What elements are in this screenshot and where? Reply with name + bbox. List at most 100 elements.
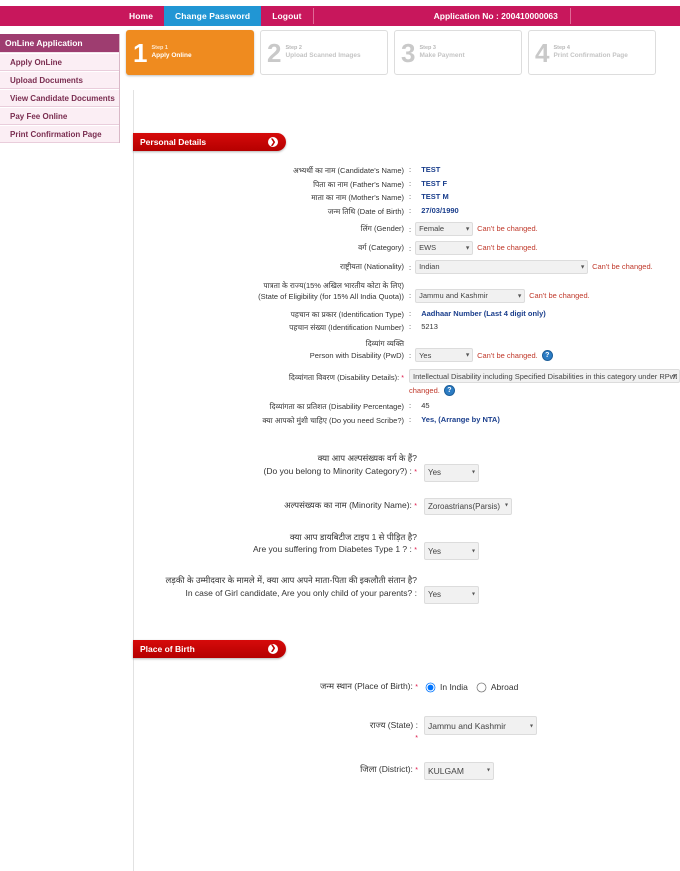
step-3-make-payment[interactable]: 3 Step 3 Make Payment [394,30,522,75]
state-of-eligibility-select[interactable]: Jammu and Kashmir [415,288,526,303]
label-place-of-birth: जन्म स्थान (Place of Birth): [320,680,413,691]
personal-details-header[interactable]: Personal Details ❯ [133,133,286,151]
chevron-right-icon-pob[interactable]: ❯ [268,643,278,654]
label-gender: लिंग (Gender) [360,223,404,233]
pwd-select-wrap[interactable]: Yes [415,348,474,362]
sidebar-item-view-candidate-documents[interactable]: View Candidate Documents [0,89,119,107]
state-required-star: * [415,734,418,742]
value-candidate-name: TEST [421,165,441,174]
label-in-india: In India [440,682,468,693]
label-diabetes-en: Are you suffering from Diabetes Type 1 ?… [252,544,412,555]
step-1-label: Step 1 [151,44,168,51]
place-of-birth-title: Place of Birth [140,643,195,654]
district-select[interactable]: KULGAM [424,761,494,780]
nav-divider-right [569,8,571,24]
label-minority-category-en: (Do you belong to Minority Category?) : [263,465,412,476]
value-disability-percentage: 45 [421,401,430,410]
row-candidate-name: अभ्यर्थी का नाम (Candidate's Name) : TES… [134,164,680,177]
row-state-of-eligibility: पात्रता के राज्य(15% अखिल भारतीय कोटा के… [134,278,680,303]
minority-category-select-wrap[interactable]: Yes [424,462,479,482]
nav-item-home[interactable]: Home [118,6,164,26]
diabetes-required-star: * [414,547,417,555]
question-minority-name: अल्पसंख्यक का नाम (Minority Name): * Zor… [134,496,680,515]
category-cant-be-changed-note: Can't be changed. [477,243,538,252]
only-child-select[interactable]: Yes [424,585,479,604]
label-identification-type: पहचान का प्रकार (Identification Type) [290,309,404,319]
question-minority-category: क्या आप अल्पसंख्यक वर्ग के हैं? (Do you … [134,452,680,482]
step-4-number: 4 [535,37,550,68]
disability-details-cant-be-changed-note: changed. [409,386,440,395]
row-identification-type: पहचान का प्रकार (Identification Type) : … [134,308,680,321]
label-minority-category-hi: क्या आप अल्पसंख्यक वर्ग के हैं? [317,453,417,464]
disability-details-select-wrap[interactable]: Intellectual Disability including Specif… [409,369,680,383]
nav-item-change-password[interactable]: Change Password [164,6,262,26]
nationality-select-wrap[interactable]: Indian [415,259,589,274]
pwd-select[interactable]: Yes [415,348,474,362]
radio-in-india[interactable] [425,682,436,693]
step-1-number: 1 [133,37,148,68]
row-father-name: पिता का नाम (Father's Name) : TEST F [134,178,680,191]
question-only-child: लड़की के उम्मीदवार के मामले में, क्या आप… [134,574,680,604]
sidebar-item-apply-online[interactable]: Apply OnLine [0,53,119,71]
label-state-of-eligibility-en: (State of Eligibility (for 15% All India… [258,292,404,302]
only-child-select-wrap[interactable]: Yes [424,584,479,604]
label-father-name: पिता का नाम (Father's Name) [313,179,404,189]
questions-section: क्या आप अल्पसंख्यक वर्ग के हैं? (Do you … [134,452,680,604]
place-of-birth-header[interactable]: Place of Birth ❯ [133,639,286,658]
minority-name-select-wrap[interactable]: Zoroastrians(Parsis) [424,496,512,515]
sidebar-item-upload-documents[interactable]: Upload Documents [0,71,119,89]
help-icon[interactable]: ? [541,349,553,361]
label-state: राज्य (State) : [369,719,418,730]
nav-item-logout[interactable]: Logout [261,6,312,26]
row-nationality: राष्ट्रीयता (Nationality) : Indian Can't… [134,259,680,274]
minority-category-select[interactable]: Yes [424,463,479,482]
radio-abroad[interactable] [476,682,487,693]
value-scribe: Yes, (Arrange by NTA) [421,414,500,424]
district-select-wrap[interactable]: KULGAM [424,761,494,780]
step-2-upload-scanned-images[interactable]: 2 Step 2 Upload Scanned Images [260,30,388,75]
label-mother-name: माता का नाम (Mother's Name) [311,193,404,203]
value-identification-number: 5213 [421,322,438,332]
sidebar-item-print-confirmation-page[interactable]: Print Confirmation Page [0,125,119,143]
application-form-content: Personal Details ❯ अभ्यर्थी का नाम (Cand… [133,90,680,871]
state-select-wrap[interactable]: Jammu and Kashmir [424,716,537,736]
value-father-name: TEST F [421,178,448,188]
application-number: Application No : 200410000063 [433,11,558,21]
minority-name-select[interactable]: Zoroastrians(Parsis) [424,497,512,515]
label-state-of-eligibility-hi: पात्रता के राज्य(15% अखिल भारतीय कोटा के… [263,280,404,290]
label-date-of-birth: जन्म तिथि (Date of Birth) [327,206,404,216]
gender-select-wrap[interactable]: Female [415,221,474,236]
district-required-star: * [415,766,418,774]
diabetes-select-wrap[interactable]: Yes [424,541,479,561]
step-2-label: Step 2 [285,44,302,51]
minority-name-required-star: * [414,502,417,510]
nationality-select[interactable]: Indian [415,259,589,274]
label-diabetes-hi: क्या आप डायबिटीज टाइप 1 से पीड़ित है? [289,531,417,542]
diabetes-select[interactable]: Yes [424,542,479,561]
disability-details-select[interactable]: Intellectual Disability including Specif… [409,369,680,383]
gender-select[interactable]: Female [415,221,474,236]
step-2-sublabel: Upload Scanned Images [285,52,361,60]
step-4-print-confirmation-page[interactable]: 4 Step 4 Print Confirmation Page [528,30,656,75]
label-district: जिला (District): [360,763,413,774]
label-nationality: राष्ट्रीयता (Nationality) [340,261,404,271]
row-gender: लिंग (Gender) : Female Can't be changed. [134,221,680,236]
row-disability-details: दिव्यांगता विवरण (Disability Details): *… [134,368,680,396]
row-district: जिला (District): * KULGAM [134,761,680,780]
category-select-wrap[interactable]: EWS [415,240,474,255]
progress-stepper: 1 Step 1 Apply Online 2 Step 2 Upload Sc… [126,30,656,75]
personal-details-fields: अभ्यर्थी का नाम (Candidate's Name) : TES… [134,164,680,426]
label-candidate-name: अभ्यर्थी का नाम (Candidate's Name) [293,166,404,175]
value-identification-type: Aadhaar Number (Last 4 digit only) [421,308,546,318]
step-1-apply-online[interactable]: 1 Step 1 Apply Online [126,30,254,75]
chevron-right-icon[interactable]: ❯ [268,137,278,147]
category-select[interactable]: EWS [415,240,474,255]
help-icon-disability[interactable]: ? [443,385,455,396]
row-mother-name: माता का नाम (Mother's Name) : TEST M [134,191,680,204]
personal-details-title: Personal Details [140,137,207,147]
state-of-eligibility-cant-be-changed-note: Can't be changed. [529,291,590,300]
state-of-eligibility-select-wrap[interactable]: Jammu and Kashmir [415,288,526,303]
state-select[interactable]: Jammu and Kashmir [424,716,537,736]
place-of-birth-section: Place of Birth ❯ [133,639,680,658]
sidebar-item-pay-fee-online[interactable]: Pay Fee Online [0,107,119,125]
